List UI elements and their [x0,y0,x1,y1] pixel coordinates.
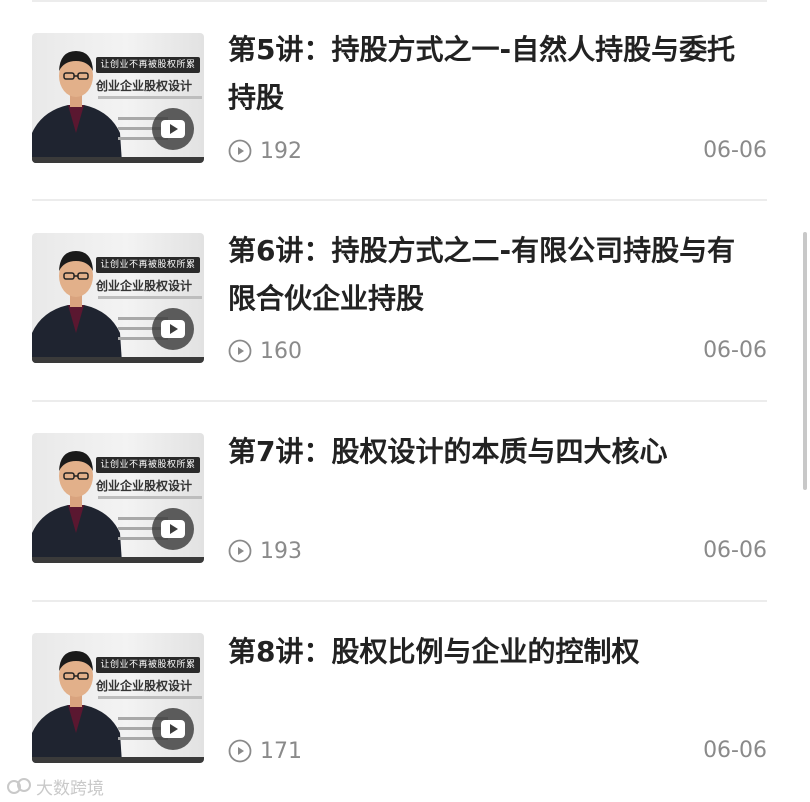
watermark-text: 大数跨境 [36,778,104,799]
view-count-value: 171 [260,738,302,764]
lesson-thumbnail[interactable]: 让创业不再被股权所累 创业企业股权设计 [32,233,204,363]
video-play-icon[interactable] [152,308,194,350]
play-circle-icon [228,339,252,363]
video-play-icon[interactable] [152,708,194,750]
view-count-value: 193 [260,538,302,564]
video-play-icon[interactable] [152,508,194,550]
thumbnail-course-title: 创业企业股权设计 [96,679,193,693]
thumbnail-course-title: 创业企业股权设计 [96,279,193,293]
view-count-value: 192 [260,138,302,164]
lesson-date: 06-06 [703,138,767,163]
lesson-title[interactable]: 第8讲：股权比例与企业的控制权 [228,628,758,676]
thumbnail-banner: 让创业不再被股权所累 [96,57,200,73]
view-count: 192 [228,137,302,165]
scrollbar[interactable] [803,232,807,490]
brand-logo-icon [7,778,31,794]
thumbnail-subtitle-line [98,296,202,299]
lesson-title[interactable]: 第7讲：股权设计的本质与四大核心 [228,428,758,476]
view-count-value: 160 [260,338,302,364]
lesson-date: 06-06 [703,738,767,763]
play-circle-icon [228,739,252,763]
view-count: 160 [228,337,302,365]
lesson-item[interactable]: 让创业不再被股权所累 创业企业股权设计 第6讲：持股方式之二-有限公司持股与有限… [32,201,767,401]
lesson-date: 06-06 [703,538,767,563]
lesson-item[interactable]: 让创业不再被股权所累 创业企业股权设计 第5讲：持股方式之一-自然人持股与委托持… [32,0,767,200]
lesson-thumbnail[interactable]: 让创业不再被股权所累 创业企业股权设计 [32,33,204,163]
thumbnail-banner: 让创业不再被股权所累 [96,657,200,673]
lesson-item[interactable]: 让创业不再被股权所累 创业企业股权设计 第7讲：股权设计的本质与四大核心 193… [32,402,767,602]
lesson-title[interactable]: 第5讲：持股方式之一-自然人持股与委托持股 [228,26,758,122]
thumbnail-banner: 让创业不再被股权所累 [96,257,200,273]
thumbnail-course-title: 创业企业股权设计 [96,479,193,493]
thumbnail-course-title: 创业企业股权设计 [96,79,193,93]
lesson-thumbnail[interactable]: 让创业不再被股权所累 创业企业股权设计 [32,633,204,763]
video-play-icon[interactable] [152,108,194,150]
watermark: 大数跨境 [6,772,104,800]
lesson-thumbnail[interactable]: 让创业不再被股权所累 创业企业股权设计 [32,433,204,563]
lesson-item[interactable]: 让创业不再被股权所累 创业企业股权设计 第8讲：股权比例与企业的控制权 171 … [32,602,767,802]
lesson-list: 让创业不再被股权所累 创业企业股权设计 第5讲：持股方式之一-自然人持股与委托持… [0,0,810,802]
thumbnail-banner: 让创业不再被股权所累 [96,457,200,473]
play-circle-icon [228,139,252,163]
thumbnail-subtitle-line [98,696,202,699]
thumbnail-subtitle-line [98,96,202,99]
play-circle-icon [228,539,252,563]
view-count: 193 [228,537,302,565]
lesson-title[interactable]: 第6讲：持股方式之二-有限公司持股与有限合伙企业持股 [228,227,758,323]
thumbnail-subtitle-line [98,496,202,499]
lesson-date: 06-06 [703,338,767,363]
view-count: 171 [228,737,302,765]
